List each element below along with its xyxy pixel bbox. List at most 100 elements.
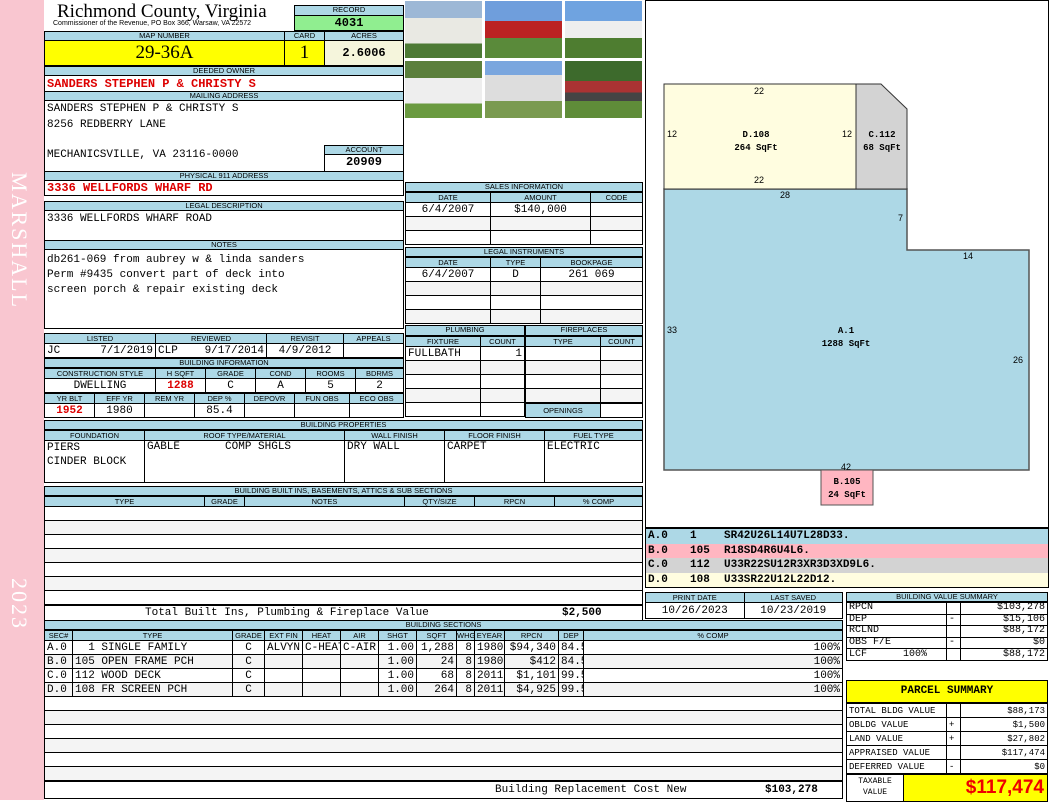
sketch-code-sec: A.0 (648, 530, 668, 543)
plumbing-row (405, 374, 525, 389)
physical-address: 3336 WELLFORDS WHARF RD (44, 180, 404, 196)
section-empty-row (44, 724, 843, 739)
area-label-b: B.105 24 SqFt (816, 476, 878, 502)
account-number: 20909 (324, 154, 404, 172)
sketch-code-row: D.0 108 U33SR22U12L22D12. (646, 572, 1048, 587)
value-summary-row: DEP - $15,106 (846, 613, 1048, 627)
section-empty-cell (44, 696, 843, 711)
section-cell: 100% (583, 682, 843, 697)
listed-header: LISTED (44, 333, 156, 344)
sales-cell (405, 216, 491, 231)
builtins-total-row: Total Built Ins, Plumbing & Fireplace Va… (44, 605, 643, 621)
building-sketch: 22 12 12 22 28 7 14 33 26 42 D.108 264 Sq… (645, 0, 1049, 528)
district-sidebar: MARSHALL 2023 (0, 0, 44, 800)
sections-header: SQFT (416, 630, 457, 641)
section-cell: C.0 (44, 668, 73, 683)
section-cell: 1.00 (378, 668, 417, 683)
section-row: B.0 105 OPEN FRAME PCH C 1.00 24 8 1980 $412 84.… (44, 654, 843, 669)
area-sqft: 1288 SqFt (821, 339, 871, 349)
builtins-header: GRADE (204, 496, 245, 507)
builtins-row (44, 520, 643, 535)
sketch-code-row: A.0 1 SR42U26L14U7L28D33. (646, 529, 1048, 544)
builtins-header: QTY/SIZE (404, 496, 475, 507)
section-row: A.0 1 SINGLE FAMILYCALVYNC-HEATC-AIR1.00… (44, 640, 843, 655)
dim-label: 28 (780, 190, 791, 200)
value-summary-cell: $0 (960, 636, 1048, 650)
roof-material: COMP SHGLS (225, 441, 292, 454)
property-photo[interactable] (564, 0, 643, 59)
plumbing-cell (480, 388, 525, 403)
instruments-cell (540, 281, 643, 296)
sections-header: DEP (558, 630, 584, 641)
sketch-code-sec: C.0 (648, 559, 668, 572)
plumbing: PLUMBING FIXTURE COUNT FULLBATH 1 (405, 325, 525, 417)
fuel-type: ELECTRIC (544, 440, 643, 483)
sales-cell (490, 216, 591, 231)
section-cell: C-HEAT (302, 640, 341, 655)
instruments-header: DATE (405, 257, 491, 268)
area-id: A.1 (837, 326, 855, 336)
fireplaces-label: FIREPLACES (525, 325, 643, 336)
openings-label: OPENINGS (525, 403, 601, 418)
property-photo[interactable] (404, 60, 483, 119)
note-line: screen porch & repair existing deck (47, 284, 279, 296)
building-info-header: REM YR (144, 393, 195, 404)
plumbing-cell (480, 402, 525, 417)
parcel-summary-cell: $117,474 (960, 745, 1048, 760)
foundation-header: FOUNDATION (44, 430, 145, 441)
foundation-item: PIERS (47, 442, 81, 454)
plumbing-label: PLUMBING (405, 325, 525, 336)
sketch-code-row: B.0 105 R18SD4R6U4L6. (646, 543, 1048, 558)
sections-header: % COMP (583, 630, 843, 641)
building-info-cell: 1952 (44, 403, 95, 418)
parcel-summary-cell (946, 703, 961, 718)
listed-date: 7/1/2019 (100, 344, 153, 357)
property-photo[interactable] (564, 60, 643, 119)
section-cell: C (232, 682, 265, 697)
section-cell: 100% (583, 640, 843, 655)
instruments-cell (405, 295, 491, 310)
area-sqft: 68 SqFt (863, 143, 901, 153)
builtins-row (44, 548, 643, 563)
plumbing-cell (480, 374, 525, 389)
building-info-cell: 1980 (94, 403, 145, 418)
fireplaces-row (525, 360, 643, 375)
section-cell: 2011 (474, 668, 505, 683)
dates: PRINT DATE LAST SAVED 10/26/2023 10/23/201… (645, 592, 843, 619)
building-sections: BUILDING SECTIONS SEC# TYPE GRADE EXT FIN HE… (44, 620, 843, 799)
section-cell: $4,925 (504, 682, 559, 697)
building-info-header: DEPOVR (244, 393, 295, 404)
section-cell (264, 682, 303, 697)
value-summary-cell (946, 625, 961, 638)
instruments-cell: 261 069 (540, 267, 643, 282)
section-cell: B.0 (44, 654, 73, 669)
dim-label: 12 (842, 129, 853, 139)
value-summary-cell: - (946, 636, 961, 650)
section-cell: $412 (504, 654, 559, 669)
sales-cell (490, 230, 591, 245)
listed: JC 7/1/2019 (44, 343, 156, 358)
builtins-header: % COMP (554, 496, 643, 507)
tax-year: 2023 (7, 578, 32, 630)
sales-row (405, 216, 643, 231)
value-summary-label: BUILDING VALUE SUMMARY (846, 592, 1048, 602)
builtins-cell (44, 520, 643, 535)
building-info-header: COND (255, 368, 306, 379)
sketch-code-sec: B.0 (648, 544, 668, 557)
property-photo[interactable] (404, 0, 483, 59)
property-photo[interactable] (484, 0, 563, 59)
sketch-code-code: 1 (690, 530, 697, 543)
section-empty-cell (44, 766, 843, 781)
area-id: B.105 (833, 477, 861, 487)
builtins-total-label: Total Built Ins, Plumbing & Fireplace Va… (145, 607, 429, 619)
property-photo[interactable] (484, 60, 563, 119)
value-summary-cell: - (946, 613, 961, 627)
area-id: D.108 (742, 130, 770, 140)
parcel-summary-cell: $88,173 (960, 703, 1048, 718)
section-cell: 84.5 (558, 640, 584, 655)
notes: db261-069 from aubrey w & linda sanders … (44, 249, 404, 329)
floor-header: FLOOR FINISH (444, 430, 545, 441)
section-cell: 1980 (474, 640, 505, 655)
sections-label: BUILDING SECTIONS (44, 620, 843, 630)
built-ins: BUILDING BUILT INS, BASEMENTS, ATTICS & … (44, 486, 643, 621)
